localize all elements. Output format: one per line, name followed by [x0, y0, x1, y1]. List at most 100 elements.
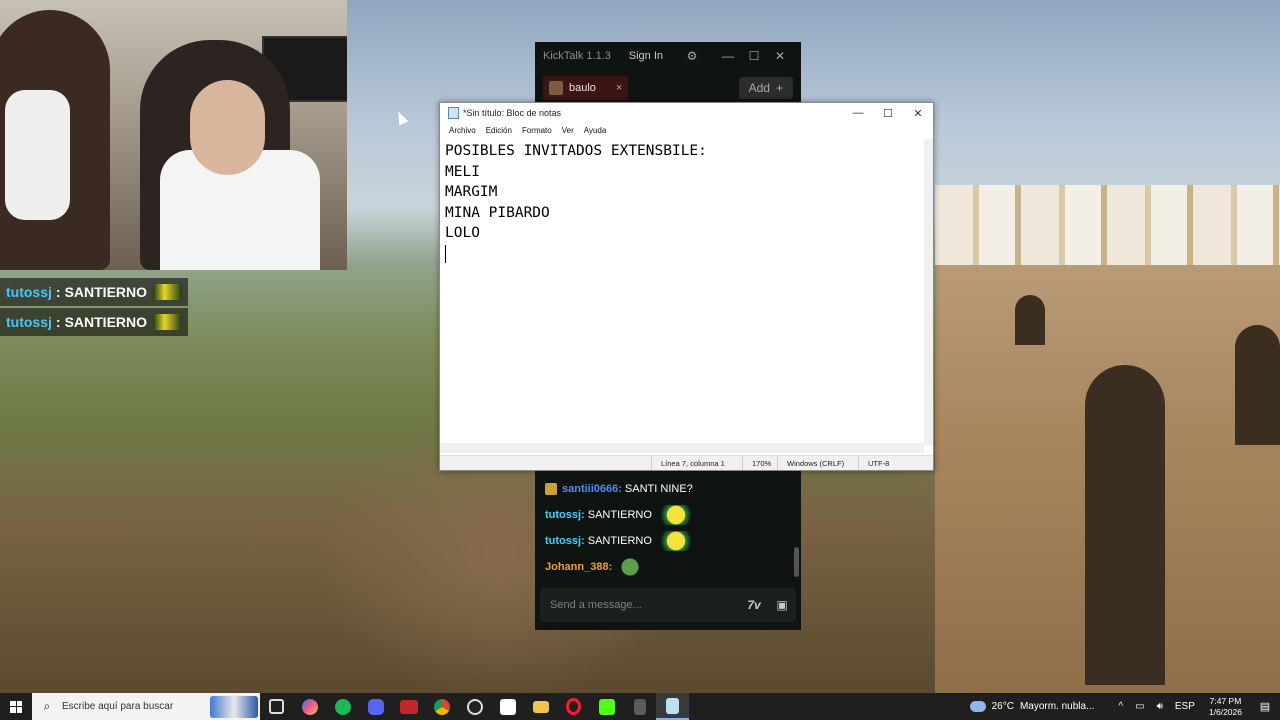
message-placeholder: Send a message...: [550, 599, 642, 611]
tab-label: baulo: [569, 82, 596, 94]
emote-icon: [153, 284, 182, 300]
chat-username: tutossj: [6, 284, 52, 300]
frog-emote-icon: [619, 557, 642, 577]
notification-icon[interactable]: ▤: [1250, 700, 1280, 713]
gear-icon[interactable]: ⚙: [679, 49, 705, 63]
chat-text: SANTIERNO: [64, 284, 148, 300]
status-bar: Línea 7, columna 1 170% Windows (CRLF) U…: [440, 455, 933, 470]
chat-scrollbar[interactable]: [794, 547, 799, 577]
taskbar: ⌕ Escribe aquí para buscar 26°C Mayorm. …: [0, 693, 1280, 720]
spotify-icon[interactable]: [326, 693, 359, 720]
plus-icon: +: [775, 81, 783, 95]
tab-baulo[interactable]: baulo ×: [543, 76, 629, 100]
status-line-endings: Windows (CRLF): [777, 456, 858, 470]
close-icon[interactable]: ×: [616, 82, 622, 94]
clock[interactable]: 7:47 PM 1/6/2026: [1201, 696, 1250, 718]
kick-icon[interactable]: [590, 693, 623, 720]
notepad-icon: [448, 107, 459, 119]
search-highlight-image[interactable]: [210, 695, 258, 718]
menu-ayuda[interactable]: Ayuda: [579, 126, 612, 135]
search-placeholder: Escribe aquí para buscar: [62, 701, 174, 712]
chat-text: SANTIERNO: [587, 535, 652, 547]
chat-username[interactable]: Johann_388:: [545, 561, 612, 573]
maximize-button[interactable]: ☐: [741, 49, 767, 63]
emote-icon: [655, 531, 696, 551]
overlay-chat-message: tutossj : SANTIERNO: [0, 308, 188, 336]
close-button[interactable]: ✕: [903, 107, 933, 120]
chat-message: tutossj: SANTIERNO: [535, 528, 801, 554]
chat-message: santiii0666: SANTI NINE?: [535, 476, 801, 502]
clock-time: 7:47 PM: [1209, 695, 1242, 706]
kicktalk-titlebar: KickTalk 1.1.3 Sign In ⚙ — ☐ ✕: [535, 42, 801, 70]
maximize-button[interactable]: ☐: [873, 107, 903, 120]
kicktalk-tabs: baulo × Add +: [535, 70, 801, 106]
add-button[interactable]: Add +: [738, 77, 793, 99]
task-view-icon[interactable]: [260, 693, 293, 720]
status-encoding: UTF-8: [858, 456, 933, 470]
text-editor-area[interactable]: POSIBLES INVITADOS EXTENSBILE: MELI MARGIM…: [440, 139, 924, 443]
sign-in-button[interactable]: Sign In: [629, 50, 663, 62]
avatar: [549, 81, 563, 95]
volume-icon[interactable]: 🔊︎: [1151, 701, 1169, 712]
voicemeeter-icon[interactable]: [392, 693, 425, 720]
status-zoom: 170%: [742, 456, 777, 470]
chat-separator: :: [55, 284, 61, 300]
chat-username[interactable]: santiii0666:: [562, 483, 622, 495]
status-position: Línea 7, columna 1: [651, 456, 742, 470]
kicktalk-chat-list: santiii0666: SANTI NINE? tutossj: SANTIE…: [535, 476, 801, 580]
chat-text: SANTIERNO: [64, 314, 148, 330]
chevron-up-icon[interactable]: ^: [1112, 701, 1129, 712]
network-icon[interactable]: ▭: [1129, 701, 1150, 712]
obs-icon[interactable]: [458, 693, 491, 720]
text-line: MARGIM: [445, 184, 498, 201]
text-line: POSIBLES INVITADOS EXTENSBILE:: [445, 143, 707, 159]
menu-archivo[interactable]: Archivo: [444, 126, 481, 135]
horizontal-scrollbar[interactable]: [440, 443, 924, 453]
cloud-icon: [969, 701, 986, 712]
weather-widget[interactable]: 26°C Mayorm. nubla...: [969, 701, 1095, 712]
language-indicator[interactable]: ESP: [1169, 701, 1201, 712]
emote-icon: [153, 314, 182, 330]
seventv-emote-icon[interactable]: 7v: [740, 591, 768, 619]
discord-icon[interactable]: [359, 693, 392, 720]
chrome-icon[interactable]: [425, 693, 458, 720]
file-explorer-icon[interactable]: [524, 693, 557, 720]
chat-separator: :: [55, 314, 61, 330]
chat-username[interactable]: tutossj:: [545, 535, 585, 547]
add-label: Add: [748, 81, 770, 95]
menu-formato[interactable]: Formato: [517, 126, 557, 135]
menu-edicion[interactable]: Edición: [481, 126, 517, 135]
text-line: LOLO: [445, 225, 480, 242]
town-scenery: [935, 185, 1280, 270]
text-line: MINA PIBARDO: [445, 204, 550, 221]
badge-icon: [545, 483, 557, 495]
vertical-scrollbar[interactable]: [924, 139, 933, 446]
start-button[interactable]: [0, 693, 32, 720]
kicktalk-title: KickTalk 1.1.3: [543, 50, 611, 62]
taskbar-search[interactable]: ⌕ Escribe aquí para buscar: [32, 693, 260, 720]
chat-username[interactable]: tutossj:: [545, 509, 585, 521]
calculator-icon[interactable]: [623, 693, 656, 720]
minimize-button[interactable]: —: [843, 107, 873, 119]
menu-bar: Archivo Edición Formato Ver Ayuda: [440, 123, 933, 138]
minimize-button[interactable]: —: [715, 49, 741, 63]
text-caret: [445, 244, 446, 263]
stream-chat-overlay: tutossj : SANTIERNO tutossj : SANTIERNO: [0, 278, 188, 338]
system-tray: 26°C Mayorm. nubla... ^ ▭ 🔊︎ ESP 7:47 PM…: [969, 693, 1280, 720]
windows-icon: [10, 700, 22, 713]
message-input[interactable]: Send a message... 7v ▣: [540, 588, 796, 622]
text-line: MELI: [445, 163, 480, 180]
opera-icon[interactable]: [557, 693, 590, 720]
search-icon: ⌕: [43, 699, 51, 713]
copilot-icon[interactable]: [293, 693, 326, 720]
notepad-taskbar-icon[interactable]: [656, 693, 689, 720]
chat-message: Johann_388:: [535, 554, 801, 580]
capcut-icon[interactable]: [491, 693, 524, 720]
weather-condition: Mayorm. nubla...: [1019, 701, 1095, 712]
chat-message: tutossj: SANTIERNO: [535, 502, 801, 528]
emote-picker-icon[interactable]: ▣: [768, 591, 796, 619]
close-button[interactable]: ✕: [767, 49, 793, 63]
menu-ver[interactable]: Ver: [557, 126, 579, 135]
notepad-window: *Sin título: Bloc de notas — ☐ ✕ Archivo…: [439, 102, 934, 471]
bridge-scenery: [935, 265, 1280, 693]
